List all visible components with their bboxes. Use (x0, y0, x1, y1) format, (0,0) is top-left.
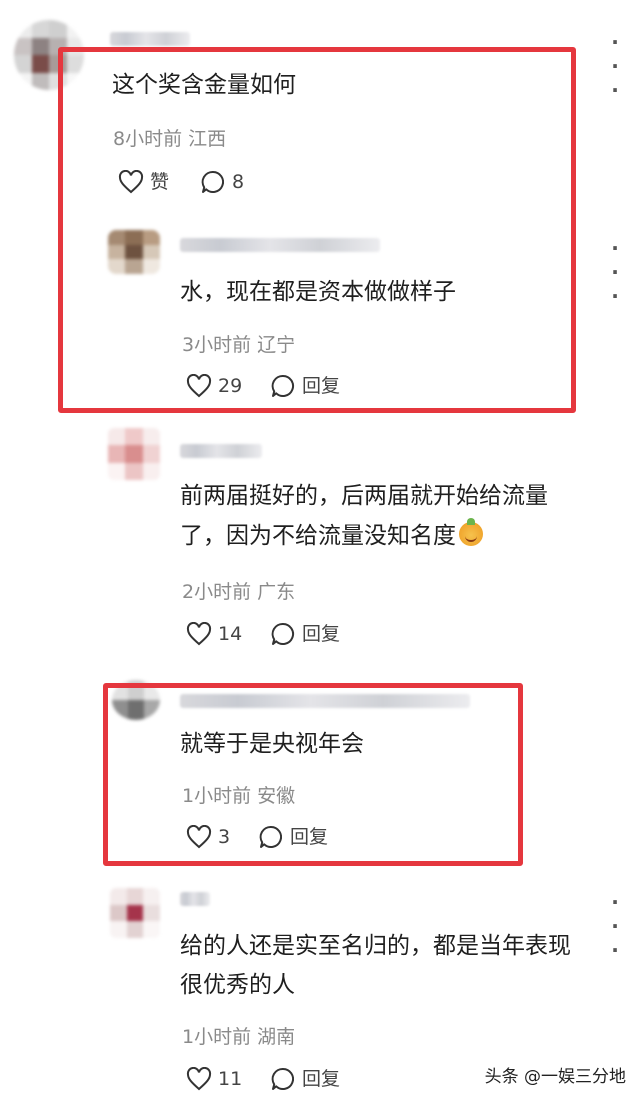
more-options-icon[interactable]: ··· (603, 30, 627, 102)
emoji-icon (459, 518, 483, 546)
heart-icon (186, 1067, 212, 1091)
reply-button[interactable]: 回复 (270, 621, 340, 647)
reply-label: 回复 (302, 1068, 341, 1090)
like-count: 11 (218, 1068, 243, 1090)
comment-meta: 1小时前 湖南 (182, 1026, 296, 1048)
comment-text: 前两届挺好的，后两届就开始给流量 (180, 483, 548, 509)
username-blurred[interactable] (110, 32, 190, 46)
avatar[interactable] (108, 428, 160, 480)
reply-button[interactable]: 回复 (270, 1066, 340, 1092)
avatar[interactable] (110, 888, 160, 938)
watermark: 头条 @一娱三分地 (484, 1067, 626, 1087)
comment-bubble-icon (271, 1067, 295, 1090)
comment-bubble-icon (271, 622, 295, 645)
comment-text-line: 了，因为不给流量没知名度 (180, 523, 456, 549)
highlight-box (58, 47, 576, 413)
highlight-box (103, 683, 523, 866)
username-blurred[interactable] (180, 444, 262, 458)
comment-text: 了，因为不给流量没知名度 (180, 518, 483, 555)
more-options-icon[interactable]: ··· (603, 236, 627, 308)
comment-meta: 2小时前 广东 (182, 581, 296, 603)
username-blurred[interactable] (180, 892, 210, 906)
comment-text: 很优秀的人 (180, 972, 295, 998)
like-count: 14 (218, 623, 243, 645)
comment-text: 给的人还是实至名归的，都是当年表现 (180, 933, 571, 959)
more-options-icon[interactable]: ··· (603, 890, 627, 962)
like-button[interactable]: 11 (186, 1066, 242, 1092)
reply-label: 回复 (302, 623, 341, 645)
like-button[interactable]: 14 (186, 621, 242, 647)
heart-icon (186, 622, 212, 646)
